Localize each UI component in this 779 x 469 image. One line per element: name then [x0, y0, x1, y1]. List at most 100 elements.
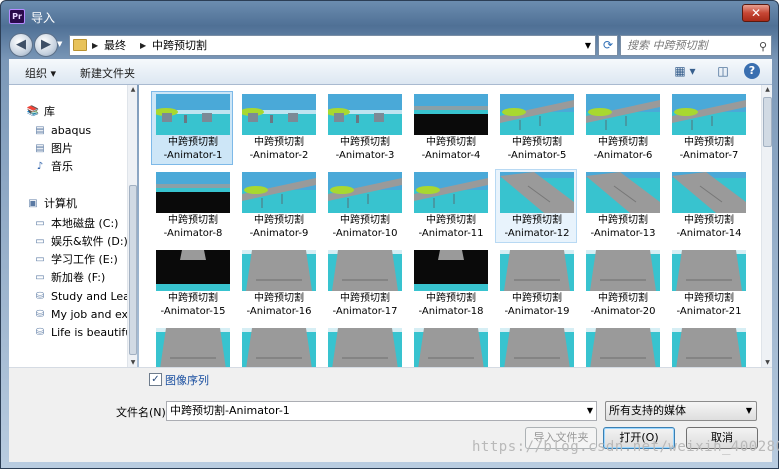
- file-tile[interactable]: 中跨预切割 -Animator-18: [409, 247, 491, 321]
- breadcrumb-separator-icon[interactable]: ▶: [92, 36, 98, 55]
- file-list-scrollbar[interactable]: ▲ ▼: [761, 85, 772, 367]
- navigation-bar: ◀ ▶ ▼ ▶ 最终 ▶ 中跨预切割 ▼ ⟳ 搜索 中跨预切割 ⚲: [9, 31, 772, 59]
- organize-menu-button[interactable]: 组织 ▾: [25, 65, 56, 81]
- file-name-label: 中跨预切割 -Animator-8: [152, 214, 234, 240]
- filename-field[interactable]: 中跨预切割-Animator-1 ▼: [166, 401, 597, 421]
- close-button[interactable]: ✕: [742, 4, 770, 22]
- file-thumbnail: [414, 172, 488, 213]
- file-name-line: -Animator-6: [593, 150, 653, 161]
- file-tile[interactable]: 中跨预切割 -Animator-20: [581, 247, 663, 321]
- file-name-line: 中跨预切割: [168, 215, 218, 226]
- file-tile[interactable]: [237, 325, 319, 367]
- new-folder-button[interactable]: 新建文件夹: [80, 65, 135, 81]
- address-dropdown-icon[interactable]: ▼: [585, 36, 591, 55]
- breadcrumb-item[interactable]: 最终: [104, 36, 126, 55]
- file-tile[interactable]: 中跨预切割 -Animator-21: [667, 247, 749, 321]
- file-tile[interactable]: [667, 325, 749, 367]
- breadcrumb-item[interactable]: 中跨预切割: [152, 36, 207, 55]
- image-sequence-checkbox[interactable]: ✓: [149, 373, 162, 386]
- sidebar-item-label: My job and exp: [51, 308, 127, 321]
- file-tile[interactable]: 中跨预切割 -Animator-3: [323, 91, 405, 165]
- file-tile[interactable]: 中跨预切割 -Animator-19: [495, 247, 577, 321]
- title-bar[interactable]: Pr 导入 ✕: [1, 1, 778, 29]
- file-tile[interactable]: 中跨预切割 -Animator-1: [151, 91, 233, 165]
- filename-value: 中跨预切割-Animator-1: [170, 404, 290, 417]
- back-button[interactable]: ◀: [9, 33, 33, 57]
- change-view-icon[interactable]: ▦ ▾: [671, 63, 699, 79]
- breadcrumb-separator-icon[interactable]: ▶: [140, 36, 146, 55]
- scroll-down-icon[interactable]: ▼: [763, 359, 772, 366]
- file-tile[interactable]: 中跨预切割 -Animator-13: [581, 169, 663, 243]
- file-tile[interactable]: [581, 325, 663, 367]
- file-tile[interactable]: [323, 325, 405, 367]
- search-input[interactable]: 搜索 中跨预切割 ⚲: [620, 35, 772, 56]
- refresh-icon: ⟳: [602, 38, 614, 52]
- file-name-line: -Animator-7: [679, 150, 739, 161]
- file-tile[interactable]: 中跨预切割 -Animator-9: [237, 169, 319, 243]
- scrollbar-thumb[interactable]: [129, 185, 137, 355]
- network-drive-icon: ⛁: [35, 327, 45, 338]
- file-tile[interactable]: 中跨预切割 -Animator-2: [237, 91, 319, 165]
- file-tile[interactable]: 中跨预切割 -Animator-8: [151, 169, 233, 243]
- file-tile[interactable]: [409, 325, 491, 367]
- network-drive-icon: ⛁: [35, 291, 45, 302]
- file-tile[interactable]: 中跨预切割 -Animator-14: [667, 169, 749, 243]
- search-icon[interactable]: ⚲: [759, 37, 767, 56]
- sidebar-item[interactable]: ▣ 计算机: [9, 195, 127, 213]
- filter-dropdown-icon[interactable]: ▼: [746, 402, 752, 420]
- file-name-line: -Animator-5: [507, 150, 567, 161]
- file-tile[interactable]: [151, 325, 233, 367]
- file-tile[interactable]: 中跨预切割 -Animator-17: [323, 247, 405, 321]
- file-tile[interactable]: 中跨预切割 -Animator-7: [667, 91, 749, 165]
- file-name-label: 中跨预切割 -Animator-1: [152, 136, 234, 162]
- sidebar-item[interactable]: ♪ 音乐: [9, 158, 127, 176]
- file-thumbnail: [672, 94, 746, 135]
- sidebar-item[interactable]: ⛁ My job and exp: [9, 306, 127, 324]
- sidebar-item[interactable]: ▭ 本地磁盘 (C:): [9, 215, 127, 233]
- navigation-pane-scrollbar[interactable]: ▲ ▼: [127, 85, 137, 367]
- sidebar-item[interactable]: ▭ 学习工作 (E:): [9, 251, 127, 269]
- file-name-line: 中跨预切割: [512, 137, 562, 148]
- sidebar-item[interactable]: ▤ 图片: [9, 140, 127, 158]
- watermark: https://blog.csdn.net/weixin_40028030: [472, 439, 779, 455]
- forward-button[interactable]: ▶: [34, 33, 58, 57]
- file-thumbnail: [414, 250, 488, 291]
- help-icon[interactable]: ?: [744, 63, 760, 79]
- file-name-line: 中跨预切割: [598, 293, 648, 304]
- file-type-filter[interactable]: 所有支持的媒体 ▼: [605, 401, 757, 421]
- file-thumbnail: [500, 328, 574, 367]
- file-name-line: -Animator-12: [504, 228, 570, 239]
- file-tile[interactable]: 中跨预切割 -Animator-4: [409, 91, 491, 165]
- sidebar-item[interactable]: ▭ 娱乐&软件 (D:): [9, 233, 127, 251]
- filename-label: 文件名(N):: [116, 406, 170, 419]
- sidebar-item[interactable]: ⛁ Study and Learn: [9, 288, 127, 306]
- file-tile[interactable]: 中跨预切割 -Animator-5: [495, 91, 577, 165]
- refresh-button[interactable]: ⟳: [598, 35, 618, 56]
- sidebar-item[interactable]: 📚 库: [9, 103, 127, 121]
- scroll-up-icon[interactable]: ▲: [129, 86, 137, 93]
- file-name-label: 中跨预切割 -Animator-4: [410, 136, 492, 162]
- file-name-line: 中跨预切割: [168, 137, 218, 148]
- image-sequence-label[interactable]: 图像序列: [165, 372, 209, 388]
- file-tile[interactable]: 中跨预切割 -Animator-12: [495, 169, 577, 243]
- file-tile[interactable]: 中跨预切割 -Animator-16: [237, 247, 319, 321]
- preview-pane-icon[interactable]: ◫: [714, 63, 732, 79]
- scroll-down-icon[interactable]: ▼: [129, 359, 137, 366]
- scrollbar-thumb[interactable]: [763, 97, 772, 147]
- drive-icon: ▭: [35, 254, 45, 265]
- address-bar[interactable]: ▶ 最终 ▶ 中跨预切割 ▼: [69, 35, 596, 56]
- file-tile[interactable]: 中跨预切割 -Animator-15: [151, 247, 233, 321]
- file-tile[interactable]: 中跨预切割 -Animator-11: [409, 169, 491, 243]
- sidebar-item-label: 新加卷 (F:): [51, 271, 106, 284]
- file-tile[interactable]: [495, 325, 577, 367]
- file-tile[interactable]: 中跨预切割 -Animator-10: [323, 169, 405, 243]
- filename-dropdown-icon[interactable]: ▼: [587, 402, 593, 420]
- file-name-label: 中跨预切割 -Animator-12: [496, 214, 578, 240]
- sidebar-item[interactable]: ⛁ Life is beautiful: [9, 324, 127, 342]
- scroll-up-icon[interactable]: ▲: [763, 86, 772, 93]
- sidebar-item[interactable]: ▭ 新加卷 (F:): [9, 269, 127, 287]
- file-thumbnail: [242, 328, 316, 367]
- sidebar-item[interactable]: ▤ abaqus: [9, 122, 127, 140]
- file-tile[interactable]: 中跨预切割 -Animator-6: [581, 91, 663, 165]
- recent-locations-dropdown[interactable]: ▼: [57, 40, 67, 50]
